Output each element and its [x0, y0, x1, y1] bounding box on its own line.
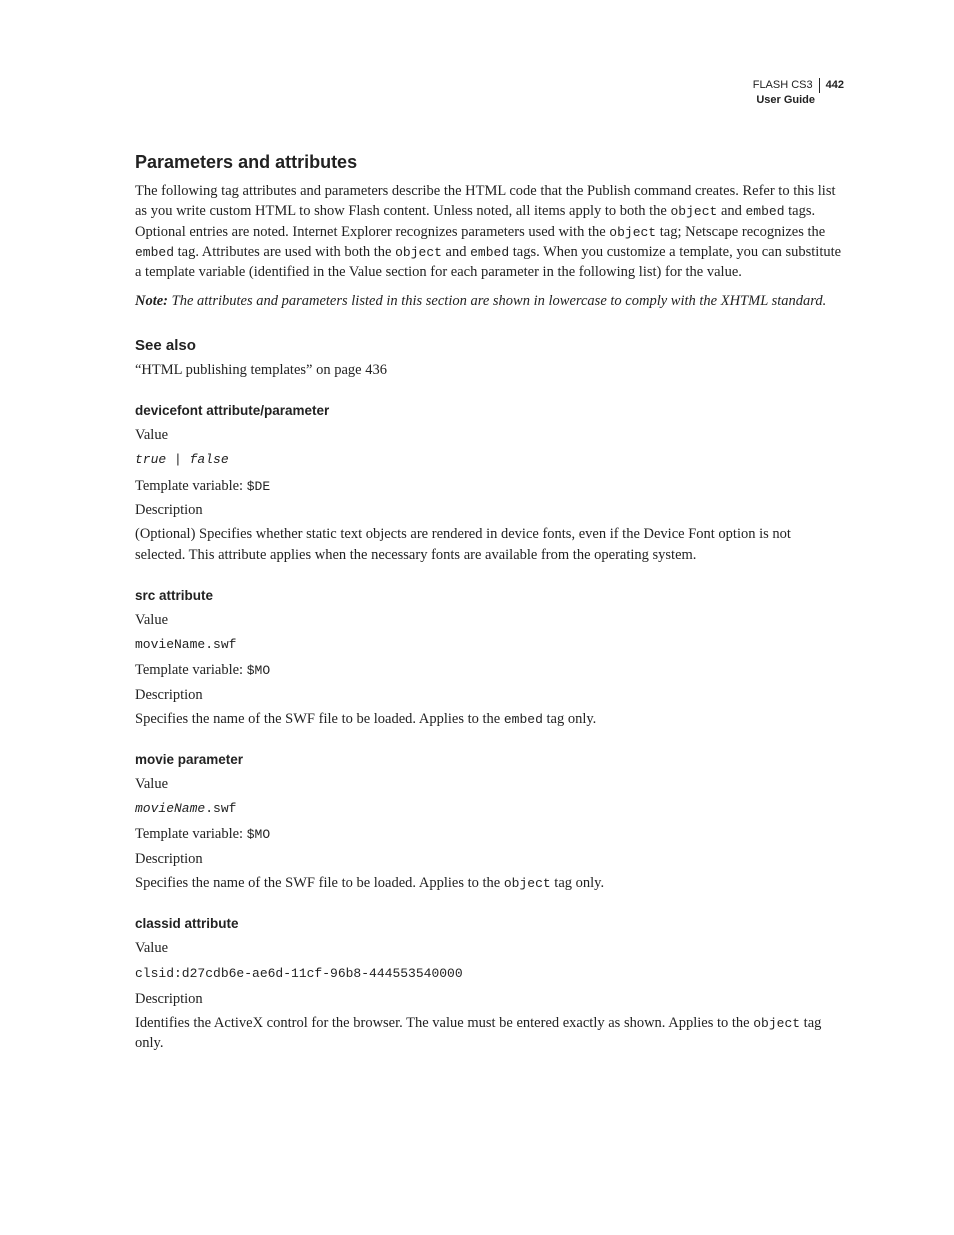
devicefont-heading: devicefont attribute/parameter	[135, 402, 844, 421]
template-var-code: $DE	[247, 479, 270, 494]
description-label: Description	[135, 500, 844, 520]
page-number: 442	[820, 79, 844, 91]
template-var-label: Template variable:	[135, 826, 247, 842]
code-embed: embed	[746, 204, 785, 219]
src-description: Specifies the name of the SWF file to be…	[135, 711, 504, 727]
src-heading: src attribute	[135, 587, 844, 606]
intro-text: and	[442, 244, 470, 260]
note: Note: The attributes and parameters list…	[135, 291, 844, 311]
template-var-label: Template variable:	[135, 662, 247, 678]
template-var-label: Template variable:	[135, 478, 247, 494]
src-value: movieName.swf	[135, 637, 236, 652]
description-label: Description	[135, 989, 844, 1009]
see-also-heading: See also	[135, 335, 844, 356]
note-text: The attributes and parameters listed in …	[168, 293, 826, 309]
document-page: FLASH CS3442 User Guide Parameters and a…	[0, 0, 954, 1235]
code-embed: embed	[504, 712, 543, 727]
header-subtitle: User Guide	[753, 93, 844, 108]
page-header: FLASH CS3442 User Guide	[753, 78, 844, 109]
code-object: object	[753, 1016, 800, 1031]
intro-text: tag. Attributes are used with both the	[174, 244, 395, 260]
intro-paragraph: The following tag attributes and paramet…	[135, 181, 844, 282]
intro-text: and	[717, 203, 745, 219]
src-description: tag only.	[543, 711, 596, 727]
value-label: Value	[135, 938, 844, 958]
see-also-link: “HTML publishing templates” on page 436	[135, 360, 844, 380]
main-heading: Parameters and attributes	[135, 150, 844, 175]
code-object: object	[671, 204, 718, 219]
classid-description: Identifies the ActiveX control for the b…	[135, 1015, 753, 1031]
code-object: object	[395, 245, 442, 260]
code-object: object	[609, 225, 656, 240]
movie-value-ext: .swf	[205, 801, 236, 816]
code-object: object	[504, 876, 551, 891]
code-embed: embed	[135, 245, 174, 260]
code-embed: embed	[470, 245, 509, 260]
movie-heading: movie parameter	[135, 751, 844, 770]
movie-description: Specifies the name of the SWF file to be…	[135, 875, 504, 891]
description-label: Description	[135, 849, 844, 869]
template-var-code: $MO	[247, 663, 270, 678]
intro-text: tag; Netscape recognizes the	[656, 224, 825, 240]
template-var-code: $MO	[247, 827, 270, 842]
header-product: FLASH CS3	[753, 78, 820, 93]
value-label: Value	[135, 610, 844, 630]
classid-heading: classid attribute	[135, 915, 844, 934]
movie-value-name: movieName	[135, 801, 205, 816]
value-label: Value	[135, 425, 844, 445]
devicefont-description: (Optional) Specifies whether static text…	[135, 524, 844, 565]
classid-value: clsid:d27cdb6e-ae6d-11cf-96b8-4445535400…	[135, 966, 463, 981]
devicefont-value: true | false	[135, 452, 229, 467]
description-label: Description	[135, 685, 844, 705]
note-label: Note:	[135, 293, 168, 309]
movie-description: tag only.	[551, 875, 604, 891]
value-label: Value	[135, 774, 844, 794]
